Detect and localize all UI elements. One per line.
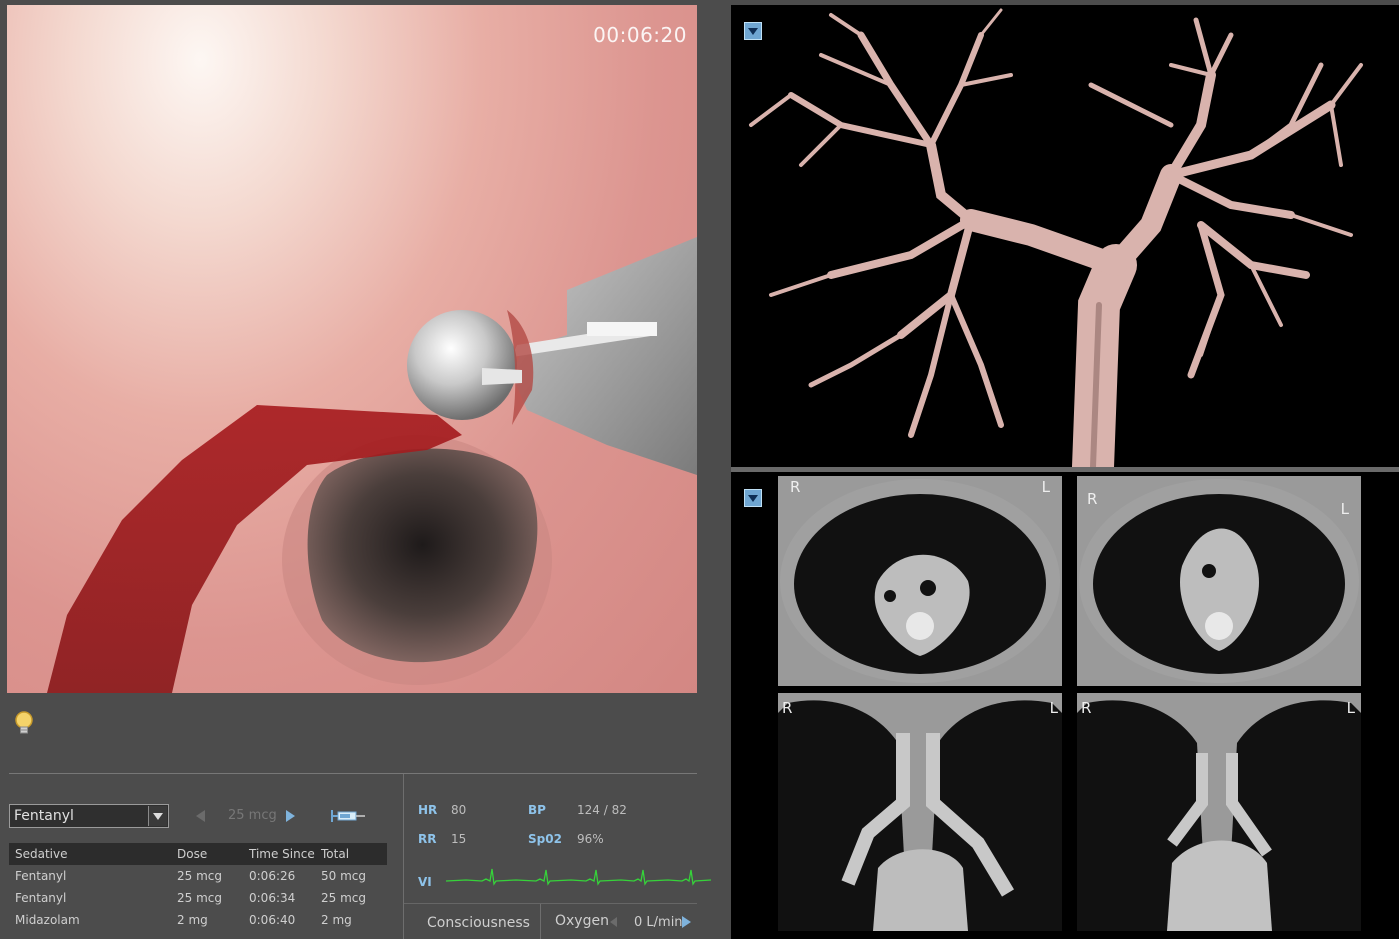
- col-dose: Dose: [177, 847, 208, 861]
- table-header: Sedative Dose Time Since Total: [9, 843, 387, 865]
- bottom-bar-divider: [404, 903, 697, 904]
- cell-dose: 25 mcg: [177, 891, 222, 905]
- hr-label: HR: [418, 803, 438, 817]
- ct-right-marker: R: [1087, 490, 1098, 508]
- cell-sedative: Fentanyl: [15, 869, 67, 883]
- ct-left-marker: L: [1340, 500, 1349, 518]
- hr-value: 80: [451, 803, 467, 817]
- vi-label: VI: [418, 875, 432, 889]
- cell-sedative: Fentanyl: [15, 891, 67, 905]
- table-row: Midazolam 2 mg 0:06:40 2 mg: [9, 909, 387, 931]
- cell-total: 25 mcg: [321, 891, 366, 905]
- ct-views[interactable]: R L R L R L R L: [731, 472, 1399, 939]
- cell-time-since: 0:06:34: [249, 891, 296, 905]
- table-row: Fentanyl 25 mcg 0:06:34 25 mcg: [9, 887, 387, 909]
- ecg-trace: [446, 868, 711, 886]
- ct-left-marker: L: [1346, 699, 1355, 717]
- table-row: Fentanyl 25 mcg 0:06:26 50 mcg: [9, 865, 387, 887]
- ct-coronal-anterior[interactable]: R L: [778, 693, 1062, 931]
- spo2-value: 96%: [577, 832, 604, 846]
- rr-label: RR: [418, 832, 437, 846]
- controls-divider: [9, 773, 697, 774]
- dose-increase-icon[interactable]: [286, 810, 295, 822]
- ct-right-marker: R: [782, 699, 793, 717]
- oxygen-value: 0 L/min: [634, 915, 683, 930]
- airway-3d-view[interactable]: [731, 5, 1399, 467]
- cell-total: 2 mg: [321, 913, 352, 927]
- procedure-timer: 00:06:20: [593, 23, 687, 47]
- airway-scene: [47, 237, 697, 693]
- tab-consciousness[interactable]: Consciousness: [427, 915, 530, 931]
- ct-axial-upper[interactable]: R L: [778, 476, 1062, 686]
- col-time-since: Time Since: [249, 847, 315, 861]
- dose-step-value: 25 mcg: [228, 808, 277, 823]
- rr-value: 15: [451, 832, 467, 846]
- ct-right-marker: R: [790, 478, 801, 496]
- ct-slice-image: [1079, 479, 1359, 683]
- sedation-table: Sedative Dose Time Since Total Fentanyl …: [9, 843, 387, 931]
- ct-axial-lower[interactable]: R L: [1077, 476, 1361, 686]
- endoscope-view[interactable]: 00:06:20: [7, 5, 697, 693]
- oxygen-label: Oxygen: [555, 913, 609, 929]
- bp-value: 124 / 82: [577, 803, 627, 817]
- bp-label: BP: [528, 803, 546, 817]
- cell-dose: 25 mcg: [177, 869, 222, 883]
- oxygen-increase-icon[interactable]: [682, 916, 691, 928]
- ct-slice-image: [778, 700, 1062, 931]
- ct-coronal-posterior[interactable]: R L: [1077, 693, 1361, 931]
- syringe-icon[interactable]: [330, 806, 366, 830]
- cell-dose: 2 mg: [177, 913, 208, 927]
- oxygen-decrease-icon[interactable]: [610, 917, 617, 927]
- spo2-label: Sp02: [528, 832, 562, 846]
- vitals-divider: [403, 774, 404, 939]
- ct-right-marker: R: [1081, 699, 1092, 717]
- bottom-tab-divider: [540, 904, 541, 939]
- bronchial-tree-model: [749, 8, 1363, 467]
- ct-slice-image: [780, 479, 1060, 683]
- lightbulb-icon[interactable]: [14, 710, 34, 740]
- panel-menu-icon[interactable]: [744, 489, 762, 507]
- col-sedative: Sedative: [15, 847, 68, 861]
- sedative-select[interactable]: Fentanyl: [9, 804, 169, 828]
- ct-left-marker: L: [1041, 478, 1050, 496]
- ct-left-marker: L: [1049, 699, 1058, 717]
- dose-decrease-icon[interactable]: [196, 810, 205, 822]
- sedative-select-value: Fentanyl: [14, 808, 74, 824]
- col-total: Total: [321, 847, 350, 861]
- chevron-down-icon[interactable]: [148, 806, 167, 826]
- cell-total: 50 mcg: [321, 869, 366, 883]
- cell-time-since: 0:06:26: [249, 869, 296, 883]
- cell-sedative: Midazolam: [15, 913, 80, 927]
- ct-slice-image: [1077, 700, 1361, 931]
- cell-time-since: 0:06:40: [249, 913, 296, 927]
